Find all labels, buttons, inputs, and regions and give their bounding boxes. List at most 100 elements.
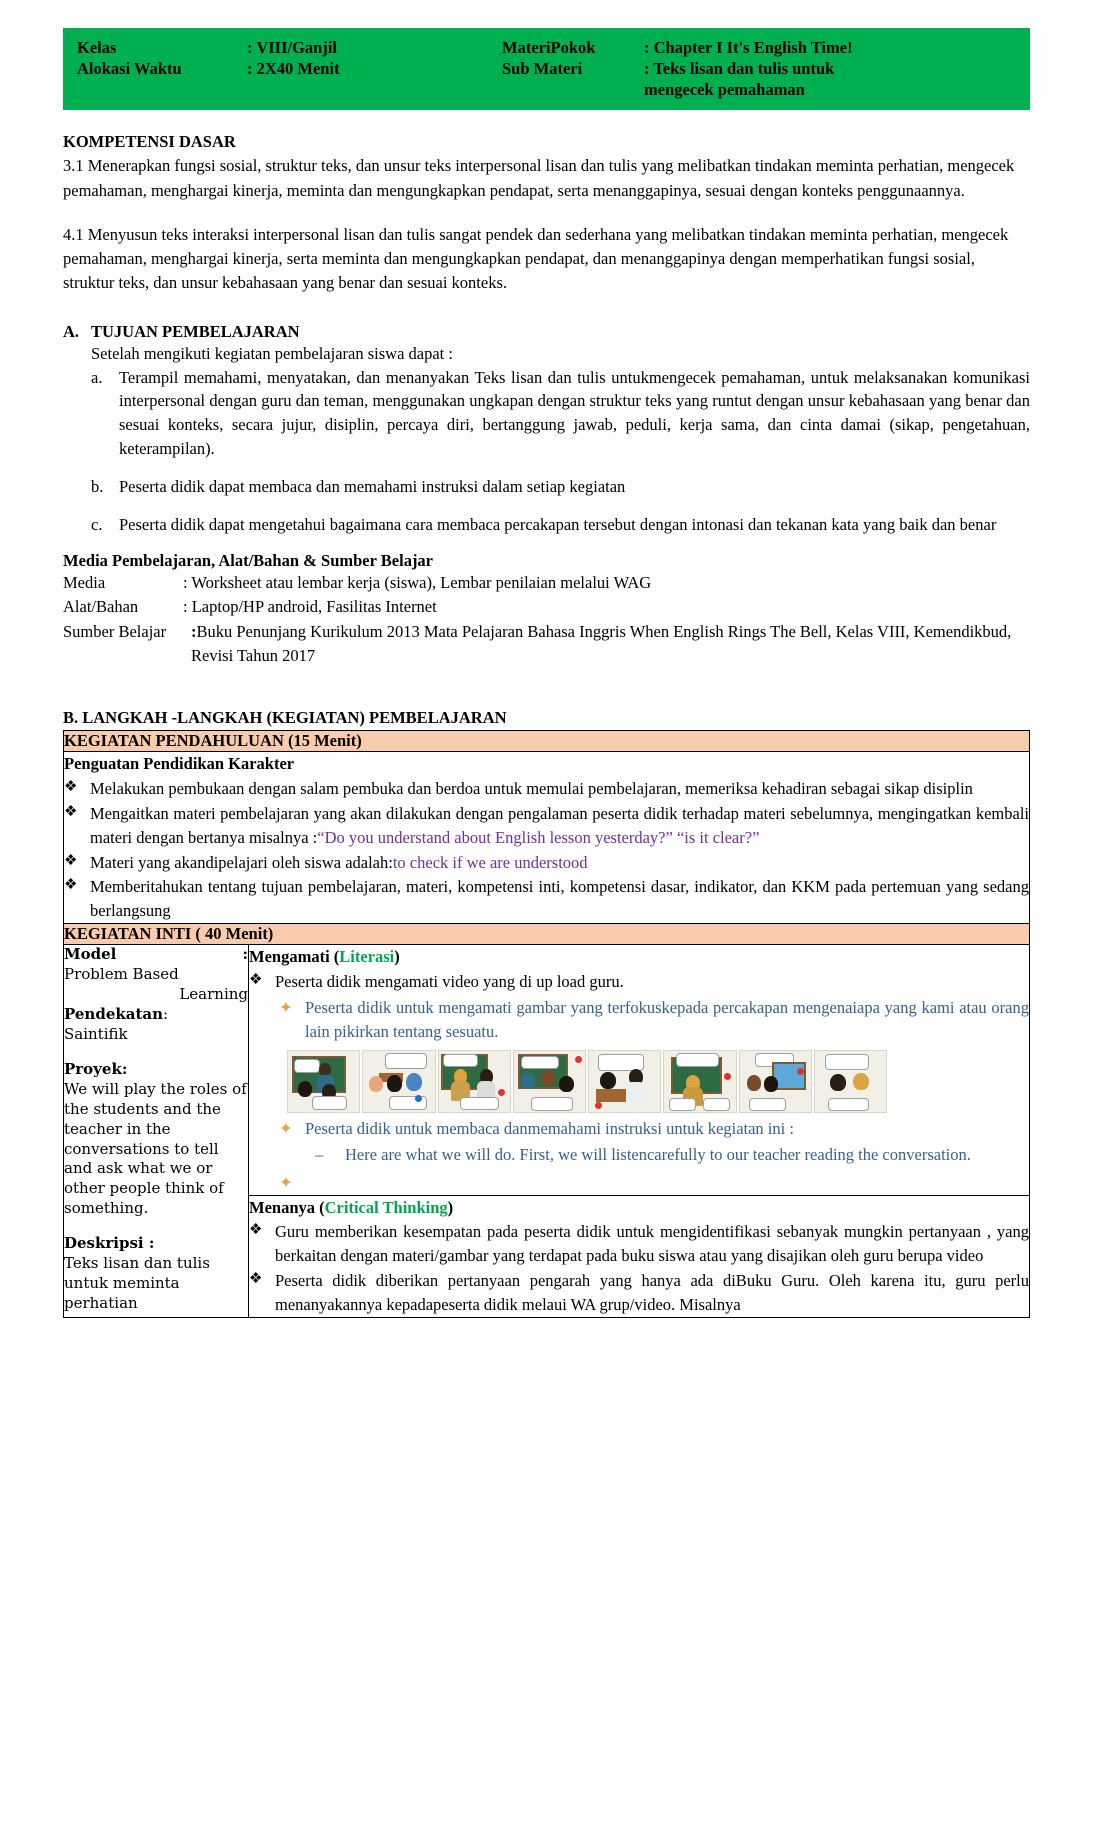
diamond-bullet-icon: ❖: [64, 877, 78, 894]
kegiatan-inti-band: KEGIATAN INTI ( 40 Menit): [63, 923, 1030, 946]
pendekatan-label: Pendekatan: [64, 1004, 164, 1023]
tujuan-intro: Setelah mengikuti kegiatan pembelajaran …: [91, 343, 453, 363]
table-row: KEGIATAN INTI ( 40 Menit): [63, 923, 1030, 946]
kegiatan-table: KEGIATAN PENDAHULUAN (15 Menit) Penguata…: [63, 730, 1030, 1319]
menanya-title: Menanya (Critical Thinking): [249, 1196, 1029, 1220]
pendahuluan-bullet-4-text: Memberitahukan tentang tujuan pembelajar…: [90, 877, 1029, 921]
tujuan-item-a-text: Terampil memahami, menyatakan, dan menan…: [119, 367, 1030, 459]
blue-bullet-icon: ✦: [279, 997, 293, 1017]
mengamati-subbullet-2-text: Peserta didik untuk membaca danmemahami …: [305, 1118, 794, 1138]
diamond-bullet-icon: ❖: [249, 1271, 263, 1288]
pendahuluan-bullet-1-text: Melakukan pembukaan dengan salam pembuka…: [90, 778, 973, 798]
inti-left-column: Model : Problem Based Learning Pendekata…: [63, 944, 249, 1319]
diamond-bullet-icon: ❖: [64, 803, 78, 820]
mengamati-title-close: ): [394, 947, 400, 967]
kegiatan-pendahuluan-body: Penguatan Pendidikan Karakter ❖ Melakuka…: [63, 750, 1030, 925]
mengamati-dash-item: – Here are what we will do. First, we wi…: [315, 1143, 1029, 1167]
deskripsi-label: Deskripsi :: [64, 1234, 155, 1253]
media-row-alat-bahan: Alat/Bahan : Laptop/HP android, Fasilita…: [63, 595, 1030, 619]
mengamati-subbullet-1: ✦ Peserta didik untuk mengamati gambar y…: [279, 996, 1029, 1044]
media-value-media: : Worksheet atau lembar kerja (siswa), L…: [183, 573, 652, 593]
header-label-sub-materi: Sub Materi: [502, 59, 583, 79]
mengamati-cell: Mengamati (Literasi) ❖ Peserta didik men…: [248, 944, 1030, 1196]
document-page: Kelas : VIII/Ganjil MateriPokok : Chapte…: [0, 28, 1093, 1828]
sumber-text: Buku Penunjang Kurikulum 2013 Mata Pelaj…: [191, 621, 1012, 665]
tujuan-heading: A. TUJUAN PEMBELAJARAN: [63, 322, 1030, 342]
mengamati-subbullet-2: ✦ Peserta didik untuk membaca danmemaham…: [279, 1117, 1029, 1141]
pendahuluan-bullet-3-quote: to check if we are understood: [392, 852, 588, 872]
menanya-bullet-2-text: Peserta didik diberikan pertanyaan penga…: [275, 1271, 1029, 1315]
conversation-comic-strip-image: [287, 1049, 887, 1113]
mengamati-subbullet-3-empty: ✦: [279, 1171, 1029, 1195]
model-label: Model: [64, 945, 117, 964]
menanya-bullet-1-text: Guru memberikan kesempatan pada peserta …: [275, 1222, 1029, 1266]
kompetensi-item-3-1: 3.1 Menerapkan fungsi sosial, struktur t…: [63, 156, 1015, 200]
diamond-bullet-icon: ❖: [249, 972, 263, 988]
model-value-line2: Learning: [179, 984, 248, 1003]
media-value-sumber-belajar: :Buku Penunjang Kurikulum 2013 Mata Pela…: [191, 620, 1030, 669]
dash-bullet-icon: –: [315, 1144, 324, 1164]
header-value-sub-materi-continued: mengecek pemahaman: [644, 80, 805, 100]
mengamati-bullet-1: ❖ Peserta didik mengamati video yang di …: [249, 970, 1029, 994]
pendekatan-value: Saintifik: [64, 1024, 128, 1043]
pendahuluan-bullet-2: ❖ Mengaitkan materi pembelajaran yang ak…: [64, 802, 1029, 850]
table-row: Penguatan Pendidikan Karakter ❖ Melakuka…: [63, 750, 1030, 925]
tujuan-item-c-mark: c.: [91, 515, 103, 535]
table-row: Model : Problem Based Learning Pendekata…: [63, 944, 1030, 1319]
media-key-sumber-belajar: Sumber Belajar: [63, 621, 167, 641]
header-value-alokasi-waktu: : 2X40 Menit: [247, 59, 340, 79]
menanya-title-text: Menanya (: [249, 1197, 325, 1217]
tujuan-mark: A.: [63, 321, 80, 341]
comic-panel: [287, 1049, 361, 1113]
comic-panel: [663, 1049, 737, 1113]
tujuan-item-c: c. Peserta didik dapat mengetahui bagaim…: [91, 513, 1030, 537]
pendahuluan-bullet-2-text: Mengaitkan materi pembelajaran yang akan…: [90, 802, 1029, 850]
comic-panel: [738, 1049, 812, 1113]
pendekatan-colon: :: [163, 1004, 169, 1023]
header-label-materipokok: MateriPokok: [502, 38, 596, 57]
tujuan-item-b: b. Peserta didik dapat membaca dan memah…: [91, 475, 1030, 499]
media-pembelajaran-title: Media Pembelajaran, Alat/Bahan & Sumber …: [63, 551, 434, 571]
comic-panel: [512, 1049, 586, 1113]
pendahuluan-bullet-4: ❖ Memberitahukan tentang tujuan pembelaj…: [64, 875, 1029, 923]
tujuan-pembelajaran-section: A. TUJUAN PEMBELAJARAN Setelah mengikuti…: [63, 322, 1030, 537]
pendahuluan-bullet-3-pre: Materi yang akandipelajari oleh siswa ad…: [90, 852, 393, 872]
deskripsi-value: Teks lisan dan tulis untuk meminta perha…: [64, 1254, 210, 1313]
mengamati-dash-item-text: Here are what we will do. First, we will…: [345, 1144, 971, 1164]
menanya-bullet-1: ❖ Guru memberikan kesempatan pada pesert…: [249, 1220, 1029, 1268]
penguatan-pendidikan-karakter-title: Penguatan Pendidikan Karakter: [64, 753, 295, 773]
tujuan-list: a. Terampil memahami, menyatakan, dan me…: [91, 366, 1030, 538]
model-row: Model :: [64, 945, 248, 965]
tujuan-item-b-mark: b.: [91, 477, 104, 497]
tujuan-title: TUJUAN PEMBELAJARAN: [91, 321, 300, 341]
model-value-line1: Problem Based: [64, 965, 179, 984]
kompetensi-dasar-title: KOMPETENSI DASAR: [63, 132, 236, 152]
pendekatan-row: Pendekatan:: [64, 1005, 248, 1025]
pendahuluan-bullet-3: ❖ Materi yang akandipelajari oleh siswa …: [64, 851, 1029, 875]
diamond-bullet-icon: ❖: [64, 778, 78, 795]
header-row-kelas: Kelas : VIII/Ganjil MateriPokok : Chapte…: [77, 37, 1016, 58]
mengamati-bullet-1-text: Peserta didik mengamati video yang di up…: [275, 972, 624, 991]
media-key-media: Media: [63, 573, 106, 593]
comic-panel: [813, 1049, 887, 1113]
tujuan-item-b-text: Peserta didik dapat membaca dan memahami…: [119, 477, 626, 497]
media-value-alat-bahan: : Laptop/HP android, Fasilitas Internet: [183, 597, 437, 617]
tujuan-item-a-mark: a.: [91, 367, 103, 387]
menanya-bullet-2: ❖ Peserta didik diberikan pertanyaan pen…: [249, 1269, 1029, 1317]
media-row-sumber-belajar: Sumber Belajar :Buku Penunjang Kurikulum…: [63, 620, 1030, 669]
lesson-header-band: Kelas : VIII/Ganjil MateriPokok : Chapte…: [63, 28, 1030, 111]
header-value-kelas: : VIII/Ganjil: [247, 38, 338, 57]
mengamati-title-literasi: Literasi: [339, 947, 395, 967]
header-label-kelas: Kelas: [77, 38, 117, 57]
media-row-media: Media : Worksheet atau lembar kerja (sis…: [63, 571, 1030, 595]
header-label-alokasi-waktu: Alokasi Waktu: [77, 59, 182, 79]
blue-bullet-icon: ✦: [279, 1118, 293, 1138]
mengamati-subbullet-3-text: [305, 1171, 1029, 1195]
proyek-value: We will play the roles of the students a…: [64, 1079, 247, 1218]
menanya-title-critical-thinking: Critical Thinking: [324, 1197, 448, 1217]
header-value-sub-materi: : Teks lisan dan tulis untuk: [644, 59, 835, 79]
mengamati-title: Mengamati (Literasi): [249, 945, 1029, 969]
diamond-bullet-icon: ❖: [64, 852, 78, 869]
